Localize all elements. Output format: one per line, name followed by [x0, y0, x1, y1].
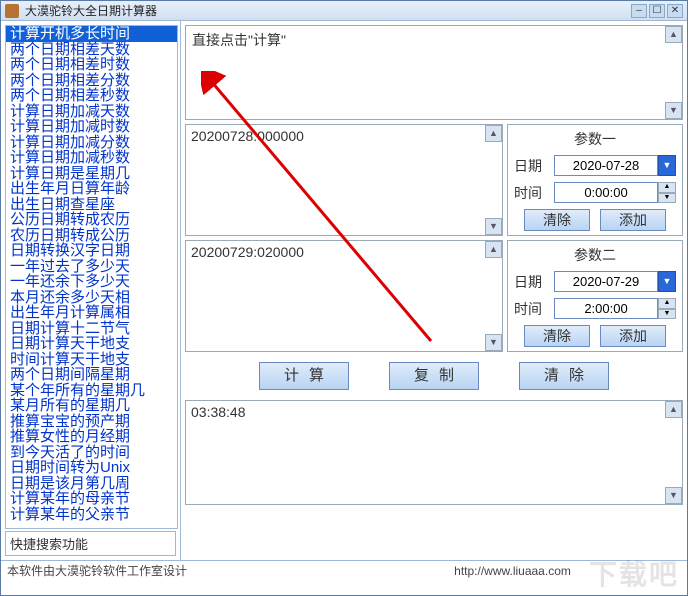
list-item[interactable]: 一年还余下多少天 — [6, 274, 177, 290]
param1-time-input[interactable]: 0:00:00 — [554, 182, 658, 203]
param1-date-input[interactable]: 2020-07-28 — [554, 155, 658, 176]
list-item[interactable]: 两个日期相差天数 — [6, 42, 177, 58]
param1-add-button[interactable]: 添加 — [600, 209, 666, 231]
param1-title: 参数一 — [574, 129, 616, 149]
scroll-up-icon[interactable]: ▲ — [485, 125, 502, 142]
result-box[interactable]: 03:38:48 ▲ ▼ — [185, 400, 683, 505]
spin-up-icon[interactable]: ▲ — [658, 298, 676, 309]
scroll-up-icon[interactable]: ▲ — [485, 241, 502, 258]
list-item[interactable]: 到今天活了的时间 — [6, 445, 177, 461]
status-url: http://www.liuaaa.com — [344, 564, 681, 578]
list-item[interactable]: 两个日期相差时数 — [6, 57, 177, 73]
close-button[interactable]: ✕ — [667, 4, 683, 18]
scroll-down-icon[interactable]: ▼ — [665, 102, 682, 119]
param1-date-label: 日期 — [514, 156, 548, 176]
list-item[interactable]: 公历日期转成农历 — [6, 212, 177, 228]
param2-time-input[interactable]: 2:00:00 — [554, 298, 658, 319]
list-item[interactable]: 农历日期转成公历 — [6, 228, 177, 244]
scroll-down-icon[interactable]: ▼ — [485, 334, 502, 351]
list-item[interactable]: 出生年月日算年龄 — [6, 181, 177, 197]
list-item[interactable]: 日期时间转为Unix — [6, 460, 177, 476]
calculate-button[interactable]: 计算 — [259, 362, 349, 390]
list-item[interactable]: 计算日期加减秒数 — [6, 150, 177, 166]
status-credit: 本软件由大漠驼铃软件工作室设计 — [7, 562, 344, 579]
list-item[interactable]: 计算日期加减时数 — [6, 119, 177, 135]
list-item[interactable]: 一年过去了多少天 — [6, 259, 177, 275]
list-item[interactable]: 计算日期加减天数 — [6, 104, 177, 120]
input-area-1[interactable]: 20200728:000000 ▲ ▼ — [185, 124, 503, 236]
param1-clear-button[interactable]: 清除 — [524, 209, 590, 231]
list-item[interactable]: 某个年所有的星期几 — [6, 383, 177, 399]
list-item[interactable]: 日期计算天干地支 — [6, 336, 177, 352]
list-item[interactable]: 计算某年的父亲节 — [6, 507, 177, 523]
param2-date-input[interactable]: 2020-07-29 — [554, 271, 658, 292]
list-item[interactable]: 两个日期相差秒数 — [6, 88, 177, 104]
hint-box: 直接点击"计算" ▲ ▼ — [185, 25, 683, 120]
list-item[interactable]: 出生年月计算属相 — [6, 305, 177, 321]
param-panel-2: 参数二 日期 2020-07-29 ▼ 时间 2:00:00 — [507, 240, 683, 352]
spin-down-icon[interactable]: ▼ — [658, 309, 676, 320]
input-area-2[interactable]: 20200729:020000 ▲ ▼ — [185, 240, 503, 352]
param2-clear-button[interactable]: 清除 — [524, 325, 590, 347]
param2-add-button[interactable]: 添加 — [600, 325, 666, 347]
spin-up-icon[interactable]: ▲ — [658, 182, 676, 193]
list-item[interactable]: 两个日期相差分数 — [6, 73, 177, 89]
dropdown-icon[interactable]: ▼ — [658, 271, 676, 292]
param2-date-label: 日期 — [514, 272, 548, 292]
function-list[interactable]: 计算开机多长时间两个日期相差天数两个日期相差时数两个日期相差分数两个日期相差秒数… — [5, 25, 178, 529]
param2-title: 参数二 — [574, 245, 616, 265]
sidebar: 计算开机多长时间两个日期相差天数两个日期相差时数两个日期相差分数两个日期相差秒数… — [1, 21, 181, 560]
list-item[interactable]: 本月还余多少天相 — [6, 290, 177, 306]
search-input[interactable]: 快捷搜索功能 — [5, 531, 176, 556]
result-text: 03:38:48 — [191, 404, 246, 420]
list-item[interactable]: 推算女性的月经期 — [6, 429, 177, 445]
scroll-up-icon[interactable]: ▲ — [665, 26, 682, 43]
copy-button[interactable]: 复制 — [389, 362, 479, 390]
param2-time-label: 时间 — [514, 299, 548, 319]
list-item[interactable]: 计算日期是星期几 — [6, 166, 177, 182]
scroll-down-icon[interactable]: ▼ — [665, 487, 682, 504]
window-title: 大漠驼铃大全日期计算器 — [25, 2, 631, 19]
list-item[interactable]: 计算开机多长时间 — [6, 26, 177, 42]
app-icon — [5, 4, 19, 18]
list-item[interactable]: 出生日期查星座 — [6, 197, 177, 213]
list-item[interactable]: 两个日期间隔星期 — [6, 367, 177, 383]
statusbar: 本软件由大漠驼铃软件工作室设计 http://www.liuaaa.com — [1, 560, 687, 580]
list-item[interactable]: 某月所有的星期几 — [6, 398, 177, 414]
hint-text: 直接点击"计算" — [192, 32, 286, 48]
list-item[interactable]: 时间计算天干地支 — [6, 352, 177, 368]
scroll-up-icon[interactable]: ▲ — [665, 401, 682, 418]
param-panel-1: 参数一 日期 2020-07-28 ▼ 时间 0:00:00 — [507, 124, 683, 236]
dropdown-icon[interactable]: ▼ — [658, 155, 676, 176]
titlebar: 大漠驼铃大全日期计算器 – ☐ ✕ — [1, 1, 687, 21]
minimize-button[interactable]: – — [631, 4, 647, 18]
list-item[interactable]: 日期转换汉字日期 — [6, 243, 177, 259]
param1-time-label: 时间 — [514, 183, 548, 203]
list-item[interactable]: 计算日期加减分数 — [6, 135, 177, 151]
list-item[interactable]: 推算宝宝的预产期 — [6, 414, 177, 430]
maximize-button[interactable]: ☐ — [649, 4, 665, 18]
spin-down-icon[interactable]: ▼ — [658, 193, 676, 204]
list-item[interactable]: 计算某年的母亲节 — [6, 491, 177, 507]
list-item[interactable]: 日期是该月第几周 — [6, 476, 177, 492]
list-item[interactable]: 日期计算十二节气 — [6, 321, 177, 337]
scroll-down-icon[interactable]: ▼ — [485, 218, 502, 235]
clear-button[interactable]: 清除 — [519, 362, 609, 390]
app-window: 大漠驼铃大全日期计算器 – ☐ ✕ 计算开机多长时间两个日期相差天数两个日期相差… — [0, 0, 688, 596]
